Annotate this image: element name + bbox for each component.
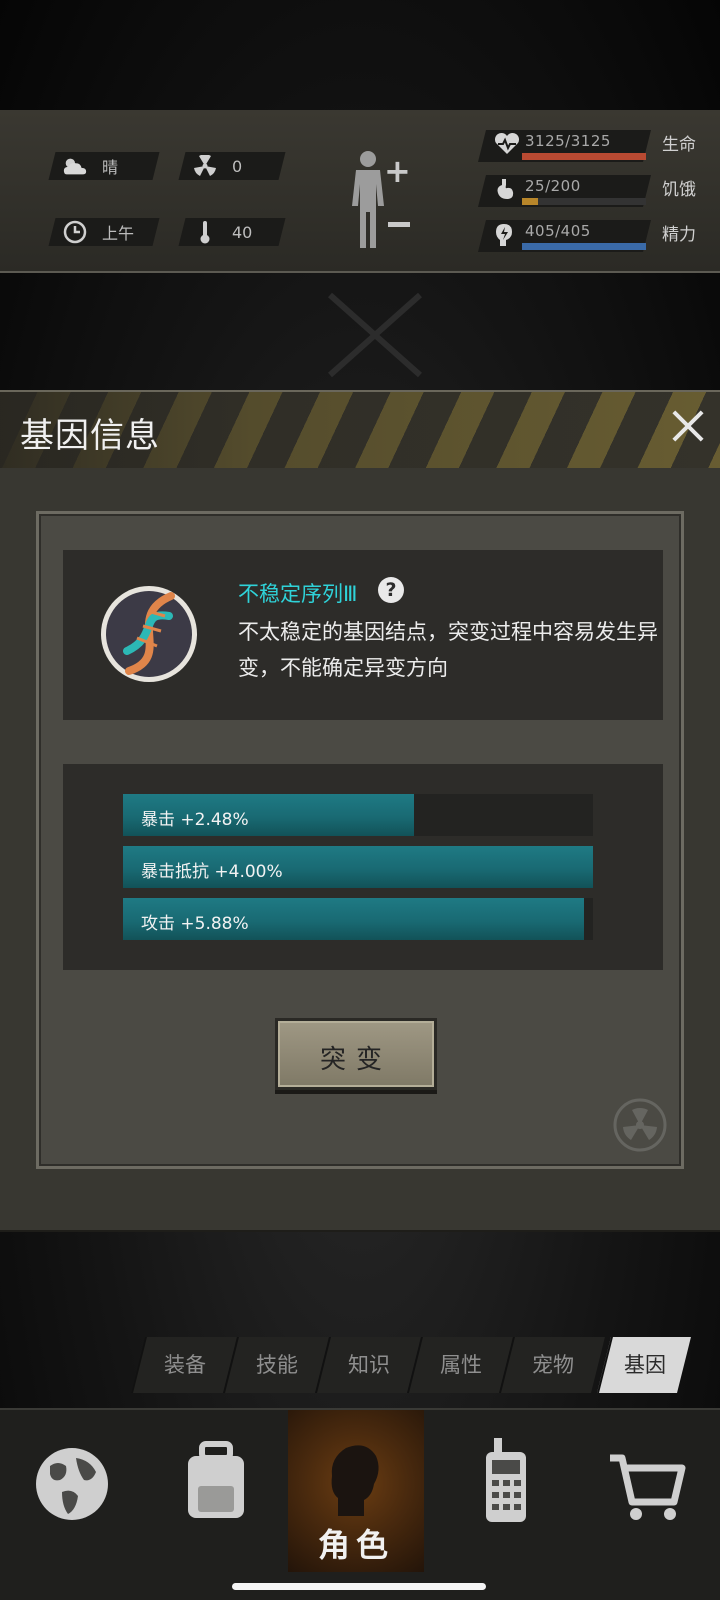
temperature-value: 40 — [232, 222, 253, 242]
plus-icon[interactable]: + — [384, 152, 411, 190]
stat-label: 攻击 +5.88% — [141, 914, 249, 934]
tab-genes[interactable]: 基因 — [597, 1337, 691, 1393]
game-screen: 晴 0 上午 40 + 3125/3125 生命 25/200 饥饿 405/4… — [0, 0, 720, 1600]
radio-icon — [486, 1438, 526, 1522]
stat-row: 暴击 +2.48% — [123, 794, 593, 836]
thermometer-icon — [192, 219, 218, 245]
tab-attributes[interactable]: 属性 — [407, 1337, 513, 1393]
energy-label: 精力 — [662, 225, 696, 245]
nav-character[interactable]: 角色 — [288, 1410, 424, 1572]
home-indicator[interactable] — [232, 1583, 486, 1590]
energy-bar: 405/405 — [478, 220, 651, 252]
gene-summary: 不稳定序列Ⅲ ? 不太稳定的基因结点，突变过程中容易发生异变，不能确定异变方向 — [63, 550, 663, 720]
tab-equipment[interactable]: 装备 — [131, 1337, 237, 1393]
stat-row: 攻击 +5.88% — [123, 898, 593, 940]
heart-icon — [494, 132, 520, 162]
time-of-day: 上午 — [102, 224, 135, 243]
cart-icon — [610, 1454, 686, 1520]
tab-pets[interactable]: 宠物 — [499, 1337, 605, 1393]
clock-icon — [62, 219, 88, 245]
gene-stats: 暴击 +2.48% 暴击抵抗 +4.00% 攻击 +5.88% — [63, 764, 663, 970]
tab-knowledge[interactable]: 知识 — [315, 1337, 421, 1393]
health-bar: 3125/3125 — [478, 130, 651, 162]
energy-icon — [494, 222, 516, 254]
dna-icon — [101, 586, 197, 682]
stat-row: 暴击抵抗 +4.00% — [123, 846, 593, 888]
nav-shop[interactable] — [576, 1410, 720, 1572]
nav-inventory[interactable] — [144, 1410, 288, 1572]
bottom-nav: 角色 — [0, 1408, 720, 1600]
tab-skills[interactable]: 技能 — [223, 1337, 329, 1393]
background-emblem — [328, 292, 422, 378]
gene-name: 不稳定序列Ⅲ — [238, 582, 358, 606]
hunger-fill — [522, 198, 538, 205]
cloud-sun-icon — [62, 153, 88, 179]
health-fill — [522, 153, 646, 160]
gene-info-dialog: 基因信息 不稳定序列Ⅲ ? 不太稳定的基因结点，突变过程中容易发生异变，不能确定… — [0, 390, 720, 1232]
character-tabs: 装备 技能 知识 属性 宠物 基因 — [128, 1337, 708, 1393]
time-chip: 上午 — [48, 218, 160, 246]
nav-character-label: 角色 — [317, 1526, 394, 1564]
backpack-icon — [188, 1441, 244, 1518]
minus-icon[interactable] — [388, 222, 410, 227]
radiation-watermark-icon — [613, 1098, 667, 1152]
dialog-title: 基因信息 — [20, 416, 160, 456]
stat-label: 暴击抵抗 +4.00% — [141, 862, 283, 882]
weather-text: 晴 — [102, 158, 119, 177]
temperature-chip: 40 — [178, 218, 286, 246]
status-bar: 晴 0 上午 40 + 3125/3125 生命 25/200 饥饿 405/4… — [0, 110, 720, 273]
hunger-label: 饥饿 — [662, 180, 696, 200]
energy-value: 405/405 — [525, 222, 591, 240]
stat-label: 暴击 +2.48% — [141, 810, 249, 830]
radiation-value: 0 — [232, 156, 243, 176]
help-icon[interactable]: ? — [378, 577, 404, 603]
energy-fill — [522, 243, 646, 250]
stomach-icon — [494, 177, 516, 209]
weather-chip: 晴 — [48, 152, 160, 180]
dialog-header: 基因信息 — [0, 392, 720, 468]
gene-description: 不太稳定的基因结点，突变过程中容易发生异变，不能确定异变方向 — [238, 620, 658, 680]
globe-icon — [36, 1448, 108, 1520]
nav-radio[interactable] — [432, 1410, 576, 1572]
mutate-button[interactable]: 突变 — [275, 1018, 437, 1090]
radiation-chip: 0 — [178, 152, 286, 180]
close-button[interactable] — [668, 406, 708, 446]
body-figure-icon[interactable] — [348, 150, 388, 250]
health-label: 生命 — [662, 135, 696, 155]
hunger-bar: 25/200 — [478, 175, 651, 207]
gene-panel: 不稳定序列Ⅲ ? 不太稳定的基因结点，突变过程中容易发生异变，不能确定异变方向 … — [36, 511, 684, 1169]
radiation-icon — [192, 153, 218, 179]
character-icon — [331, 1445, 379, 1516]
health-value: 3125/3125 — [525, 132, 611, 150]
mutate-button-label: 突变 — [319, 1045, 392, 1075]
nav-map[interactable] — [0, 1410, 144, 1572]
hunger-value: 25/200 — [525, 177, 581, 195]
